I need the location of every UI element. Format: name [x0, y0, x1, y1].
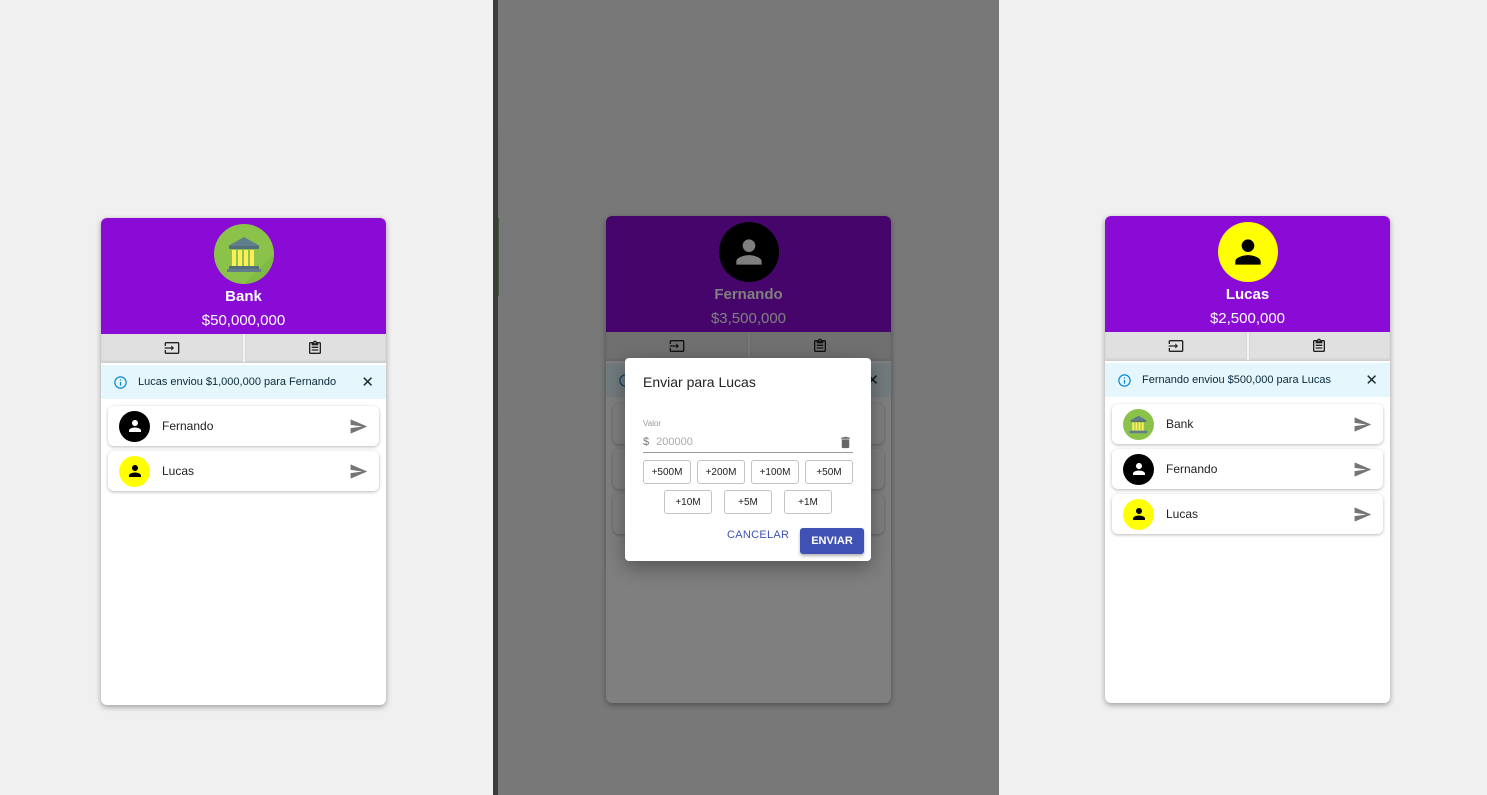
- person-icon: [119, 455, 150, 487]
- amount-field: $: [643, 432, 853, 453]
- dialog-title: Enviar para Lucas: [643, 374, 756, 390]
- bank-icon: [213, 224, 274, 284]
- person-icon: [119, 410, 150, 442]
- quick-amount-button[interactable]: +100M: [751, 460, 799, 484]
- lucas-panel: Lucas $2,500,000 Fernando enviou $500,00…: [1105, 216, 1390, 703]
- contact-list: Fernando Lucas: [101, 399, 386, 503]
- tab-history[interactable]: [1249, 332, 1391, 360]
- login-icon: [1168, 340, 1184, 352]
- contact-name: Bank: [1166, 417, 1194, 431]
- notification-text: Lucas enviou $1,000,000 para Fernando: [138, 376, 337, 388]
- notification-alert: Lucas enviou $1,000,000 para Fernando ✕: [101, 365, 386, 399]
- contact-name: Fernando: [1166, 462, 1218, 476]
- bank-panel: Bank $50,000,000 Lucas enviou $1,000,000…: [101, 218, 386, 705]
- action-tabs: [1105, 332, 1390, 361]
- contact-list: Bank Fernando Lucas: [1105, 397, 1390, 546]
- person-icon: [1217, 222, 1278, 282]
- profile-name: Bank: [225, 288, 262, 305]
- close-icon[interactable]: ✕: [361, 373, 374, 391]
- profile-header: Lucas $2,500,000: [1105, 216, 1390, 332]
- close-icon[interactable]: ✕: [1365, 371, 1378, 389]
- notification-alert: Fernando enviou $500,000 para Lucas ✕: [1105, 363, 1390, 397]
- send-icon[interactable]: [349, 417, 368, 436]
- tab-login[interactable]: [1105, 332, 1249, 360]
- profile-header: Bank $50,000,000: [101, 218, 386, 334]
- list-item[interactable]: Lucas: [1112, 494, 1383, 534]
- list-item[interactable]: Fernando: [1112, 449, 1383, 489]
- send-icon[interactable]: [1353, 415, 1372, 434]
- amount-input[interactable]: [656, 436, 827, 448]
- list-item[interactable]: Fernando: [108, 406, 379, 446]
- list-item[interactable]: Lucas: [108, 451, 379, 491]
- send-icon[interactable]: [1353, 460, 1372, 479]
- quick-amount-button[interactable]: +500M: [643, 460, 691, 484]
- contact-name: Lucas: [1166, 507, 1199, 521]
- tab-login[interactable]: [101, 334, 245, 362]
- send-icon[interactable]: [1353, 505, 1372, 524]
- quick-amount-button[interactable]: +200M: [697, 460, 745, 484]
- list-item[interactable]: Bank: [1112, 404, 1383, 444]
- profile-name: Lucas: [1225, 286, 1270, 303]
- action-tabs: [101, 334, 386, 363]
- info-icon: [1117, 373, 1132, 388]
- tab-history[interactable]: [245, 334, 387, 362]
- profile-balance: $2,500,000: [1209, 310, 1286, 327]
- contact-name: Lucas: [162, 464, 195, 478]
- send-button[interactable]: ENVIAR: [800, 528, 864, 554]
- contact-name: Fernando: [162, 419, 214, 433]
- login-icon: [164, 342, 180, 354]
- window-edge: [493, 0, 498, 795]
- send-dialog: Enviar para Lucas Valor $ +500M +200M +1…: [625, 358, 871, 561]
- quick-amount-button[interactable]: +1M: [784, 490, 832, 514]
- cancel-button[interactable]: CANCELAR: [727, 529, 789, 541]
- send-icon[interactable]: [349, 462, 368, 481]
- quick-amount-button[interactable]: +50M: [805, 460, 853, 484]
- profile-balance: $50,000,000: [201, 312, 286, 329]
- amount-label: Valor: [643, 419, 662, 428]
- person-icon: [1123, 498, 1154, 530]
- bank-icon: [1123, 408, 1154, 440]
- clipboard-icon: [1313, 338, 1326, 352]
- trash-icon[interactable]: [838, 435, 853, 450]
- quick-amount-button[interactable]: +5M: [724, 490, 772, 514]
- quick-amount-button[interactable]: +10M: [664, 490, 712, 514]
- notification-text: Fernando enviou $500,000 para Lucas: [1142, 374, 1331, 386]
- info-icon: [113, 375, 128, 390]
- currency-prefix: $: [643, 436, 650, 448]
- person-icon: [1123, 453, 1154, 485]
- clipboard-icon: [309, 340, 322, 354]
